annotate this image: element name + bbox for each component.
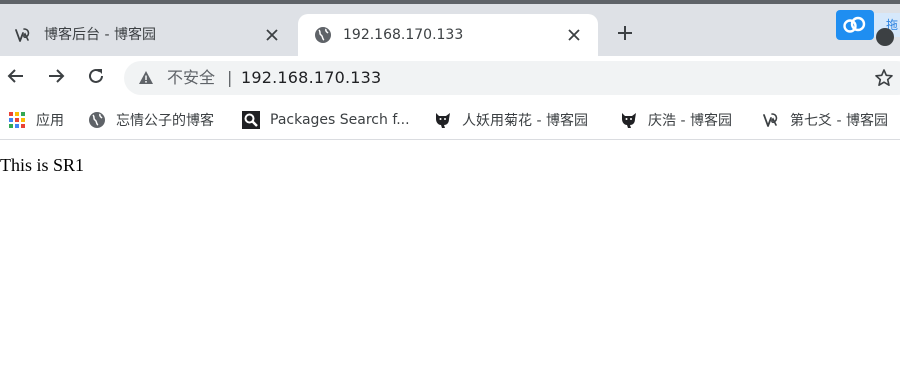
- bookmark-label: 人妖用菊花 - 博客园: [462, 113, 588, 129]
- cat-icon: [620, 111, 638, 129]
- bookmark-label: Packages Search f...: [270, 112, 410, 128]
- cat-icon: [434, 111, 452, 129]
- close-tab-icon[interactable]: [564, 25, 584, 45]
- page-body-text: This is SR1: [0, 155, 85, 175]
- bookmark-label: 第七爻 - 博客园: [790, 113, 888, 129]
- back-arrow-icon: [7, 67, 25, 89]
- bookmark-packages-search[interactable]: Packages Search f...: [242, 100, 410, 140]
- close-tab-icon[interactable]: [262, 25, 282, 45]
- page-content: This is SR1: [0, 141, 900, 378]
- bookmark-cnblogs-2[interactable]: 庆浩 - 博客园: [620, 100, 732, 140]
- tab-title: 博客后台 - 博客园: [44, 27, 156, 43]
- tab-title: 192.168.170.133: [343, 27, 464, 43]
- baidu-netdisk-icon: [836, 10, 874, 40]
- cnblogs-icon: [14, 26, 32, 44]
- globe-icon: [88, 111, 106, 129]
- forward-button[interactable]: [44, 66, 68, 90]
- omnibox-separator: |: [227, 68, 233, 87]
- bookmark-blog[interactable]: 忘情公子的博客: [88, 100, 214, 140]
- reload-button[interactable]: [84, 66, 108, 90]
- browser-toolbar: 不安全 | 192.168.170.133: [0, 56, 900, 100]
- reload-icon: [87, 67, 105, 89]
- bookmarks-bar: 应用 忘情公子的博客 Packages Search f... 人妖用菊花 - …: [0, 100, 900, 140]
- cnblogs-icon: [762, 111, 780, 129]
- bookmark-cnblogs-3[interactable]: 第七爻 - 博客园: [762, 100, 888, 140]
- tab-active-page[interactable]: 192.168.170.133: [298, 14, 598, 56]
- url-text[interactable]: 192.168.170.133: [241, 61, 381, 95]
- back-button[interactable]: [4, 66, 28, 90]
- magnifier-icon: [242, 111, 260, 129]
- forward-arrow-icon: [47, 67, 65, 89]
- globe-icon: [314, 26, 332, 44]
- star-icon[interactable]: [874, 68, 894, 88]
- bookmark-cnblogs-1[interactable]: 人妖用菊花 - 博客园: [434, 100, 588, 140]
- bookmark-label: 忘情公子的博客: [116, 113, 214, 129]
- security-status-text[interactable]: 不安全: [167, 61, 215, 95]
- tab-strip: 博客后台 - 博客园 192.168.170.133 拖: [0, 0, 900, 56]
- tab-blog-admin[interactable]: 博客后台 - 博客园: [0, 14, 296, 56]
- apps-grid-icon: [8, 111, 26, 129]
- bookmark-label: 应用: [36, 113, 64, 129]
- address-bar[interactable]: 不安全 | 192.168.170.133: [124, 61, 900, 95]
- bookmark-label: 庆浩 - 博客园: [648, 113, 732, 129]
- new-tab-button[interactable]: [612, 22, 638, 48]
- bookmark-apps[interactable]: 应用: [8, 100, 64, 140]
- plus-icon: [617, 25, 633, 45]
- profile-avatar[interactable]: [876, 28, 894, 46]
- warning-triangle-icon[interactable]: [138, 70, 154, 86]
- window-top-edge: [0, 0, 900, 4]
